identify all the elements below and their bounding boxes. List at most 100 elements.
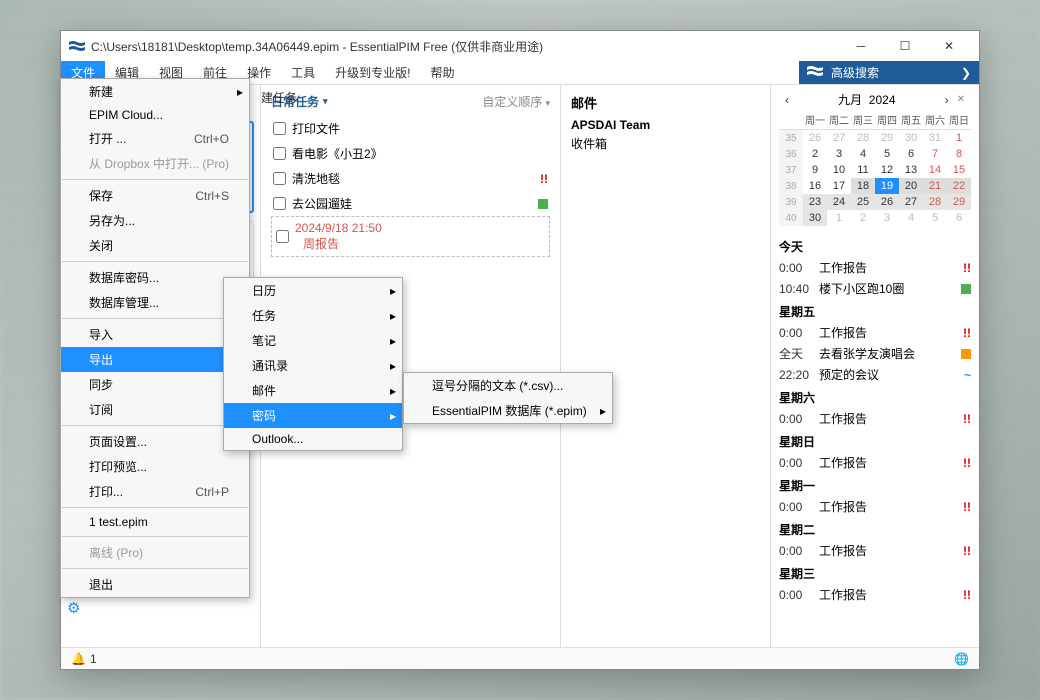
task-checkbox[interactable]: [273, 122, 286, 135]
globe-icon[interactable]: 🌐: [954, 652, 969, 666]
cal-day[interactable]: 1: [947, 130, 971, 147]
cal-day[interactable]: 31: [923, 130, 947, 147]
menu-item[interactable]: 笔记▸: [224, 328, 402, 353]
menu-item[interactable]: 页面设置...: [61, 429, 249, 454]
cal-day[interactable]: 15: [947, 162, 971, 178]
tasks-sort[interactable]: 自定义顺序 ▾: [482, 93, 550, 110]
menu-item[interactable]: 逗号分隔的文本 (*.csv)...: [404, 373, 612, 398]
agenda-item[interactable]: 0:00工作报告!!: [779, 452, 971, 473]
cal-day[interactable]: 29: [947, 194, 971, 210]
cal-day[interactable]: 12: [875, 162, 899, 178]
cal-day[interactable]: 19: [875, 178, 899, 194]
menu-item[interactable]: 另存为...: [61, 208, 249, 233]
task-checkbox[interactable]: [273, 172, 286, 185]
agenda-item[interactable]: 0:00工作报告!!: [779, 584, 971, 605]
cal-day[interactable]: 5: [923, 210, 947, 226]
menu-item[interactable]: 打印预览...: [61, 454, 249, 479]
menu-item[interactable]: 导出▸: [61, 347, 249, 372]
cal-day[interactable]: 30: [899, 130, 923, 147]
cal-day[interactable]: 28: [923, 194, 947, 210]
cal-day[interactable]: 6: [899, 146, 923, 162]
task-row[interactable]: 看电影《小丑2》: [271, 141, 550, 166]
cal-day[interactable]: 27: [899, 194, 923, 210]
menu-item[interactable]: 打印...Ctrl+P: [61, 479, 249, 504]
cal-close[interactable]: ✕: [953, 94, 969, 105]
close-button[interactable]: ✕: [927, 32, 971, 60]
task-row[interactable]: 打印文件: [271, 116, 550, 141]
cal-day[interactable]: 16: [803, 178, 827, 194]
menu-item[interactable]: 保存Ctrl+S: [61, 183, 249, 208]
gear-icon[interactable]: ⚙: [67, 599, 87, 617]
cal-day[interactable]: 10: [827, 162, 851, 178]
cal-day[interactable]: 13: [899, 162, 923, 178]
menu-item[interactable]: 日历▸: [224, 278, 402, 303]
menu-工具[interactable]: 工具: [281, 61, 325, 84]
agenda-item[interactable]: 0:00工作报告!!: [779, 540, 971, 561]
cal-day[interactable]: 4: [899, 210, 923, 226]
cal-day[interactable]: 26: [875, 194, 899, 210]
agenda-item[interactable]: 10:40楼下小区跑10圈: [779, 278, 971, 299]
cal-next[interactable]: ›: [941, 93, 953, 107]
task-row[interactable]: 清洗地毯!!: [271, 166, 550, 191]
task-checkbox[interactable]: [273, 147, 286, 160]
agenda-item[interactable]: 0:00工作报告!!: [779, 496, 971, 517]
menu-item[interactable]: 数据库密码...: [61, 265, 249, 290]
agenda-item[interactable]: 0:00工作报告!!: [779, 257, 971, 278]
cal-day[interactable]: 4: [851, 146, 875, 162]
task-checkbox[interactable]: [276, 230, 289, 243]
cal-day[interactable]: 2: [803, 146, 827, 162]
cal-day[interactable]: 25: [851, 194, 875, 210]
cal-day[interactable]: 26: [803, 130, 827, 147]
cal-day[interactable]: 7: [923, 146, 947, 162]
cal-day[interactable]: 14: [923, 162, 947, 178]
cal-prev[interactable]: ‹: [781, 93, 793, 107]
menu-item[interactable]: 密码▸: [224, 403, 402, 428]
task-special[interactable]: 2024/9/18 21:50 周报告: [271, 216, 550, 257]
menu-升级到专业版![interactable]: 升级到专业版!: [325, 61, 420, 84]
cal-day[interactable]: 11: [851, 162, 875, 178]
menu-item[interactable]: 数据库管理...: [61, 290, 249, 315]
cal-day[interactable]: 30: [803, 210, 827, 226]
menu-item[interactable]: 通讯录▸: [224, 353, 402, 378]
menu-item[interactable]: 1 test.epim: [61, 511, 249, 533]
cal-day[interactable]: 22: [947, 178, 971, 194]
agenda-item[interactable]: 0:00工作报告!!: [779, 408, 971, 429]
cal-day[interactable]: 3: [875, 210, 899, 226]
menu-item[interactable]: 同步▸: [61, 372, 249, 397]
cal-day[interactable]: 28: [851, 130, 875, 147]
menu-帮助[interactable]: 帮助: [420, 61, 464, 84]
menu-item[interactable]: 订阅▸: [61, 397, 249, 422]
menu-item[interactable]: 邮件▸: [224, 378, 402, 403]
cal-day[interactable]: 24: [827, 194, 851, 210]
reminder-indicator[interactable]: 🔔 1: [71, 652, 97, 666]
cal-day[interactable]: 1: [827, 210, 851, 226]
cal-day[interactable]: 3: [827, 146, 851, 162]
task-checkbox[interactable]: [273, 197, 286, 210]
advanced-search[interactable]: 高级搜索 ❯: [799, 61, 979, 84]
cal-month[interactable]: 九月 2024: [793, 91, 941, 108]
cal-day[interactable]: 17: [827, 178, 851, 194]
cal-day[interactable]: 20: [899, 178, 923, 194]
menu-item[interactable]: 关闭: [61, 233, 249, 258]
cal-day[interactable]: 8: [947, 146, 971, 162]
menu-item[interactable]: 任务▸: [224, 303, 402, 328]
titlebar[interactable]: C:\Users\18181\Desktop\temp.34A06449.epi…: [61, 31, 979, 61]
maximize-button[interactable]: ☐: [883, 32, 927, 60]
cal-day[interactable]: 23: [803, 194, 827, 210]
agenda-item[interactable]: 全天去看张学友演唱会: [779, 343, 971, 364]
cal-day[interactable]: 18: [851, 178, 875, 194]
menu-item[interactable]: 打开 ...Ctrl+O: [61, 126, 249, 151]
cal-day[interactable]: 21: [923, 178, 947, 194]
agenda-item[interactable]: 0:00工作报告!!: [779, 322, 971, 343]
cal-day[interactable]: 2: [851, 210, 875, 226]
menu-item[interactable]: 导入▸: [61, 322, 249, 347]
cal-day[interactable]: 9: [803, 162, 827, 178]
cal-day[interactable]: 5: [875, 146, 899, 162]
agenda-item[interactable]: 22:20预定的会议~: [779, 364, 971, 385]
menu-item[interactable]: 新建▸: [61, 79, 249, 104]
menu-item[interactable]: EPIM Cloud...: [61, 104, 249, 126]
cal-day[interactable]: 27: [827, 130, 851, 147]
menu-item[interactable]: EssentialPIM 数据库 (*.epim)▸: [404, 398, 612, 423]
cal-day[interactable]: 29: [875, 130, 899, 147]
mail-account[interactable]: APSDAI Team: [571, 118, 760, 132]
